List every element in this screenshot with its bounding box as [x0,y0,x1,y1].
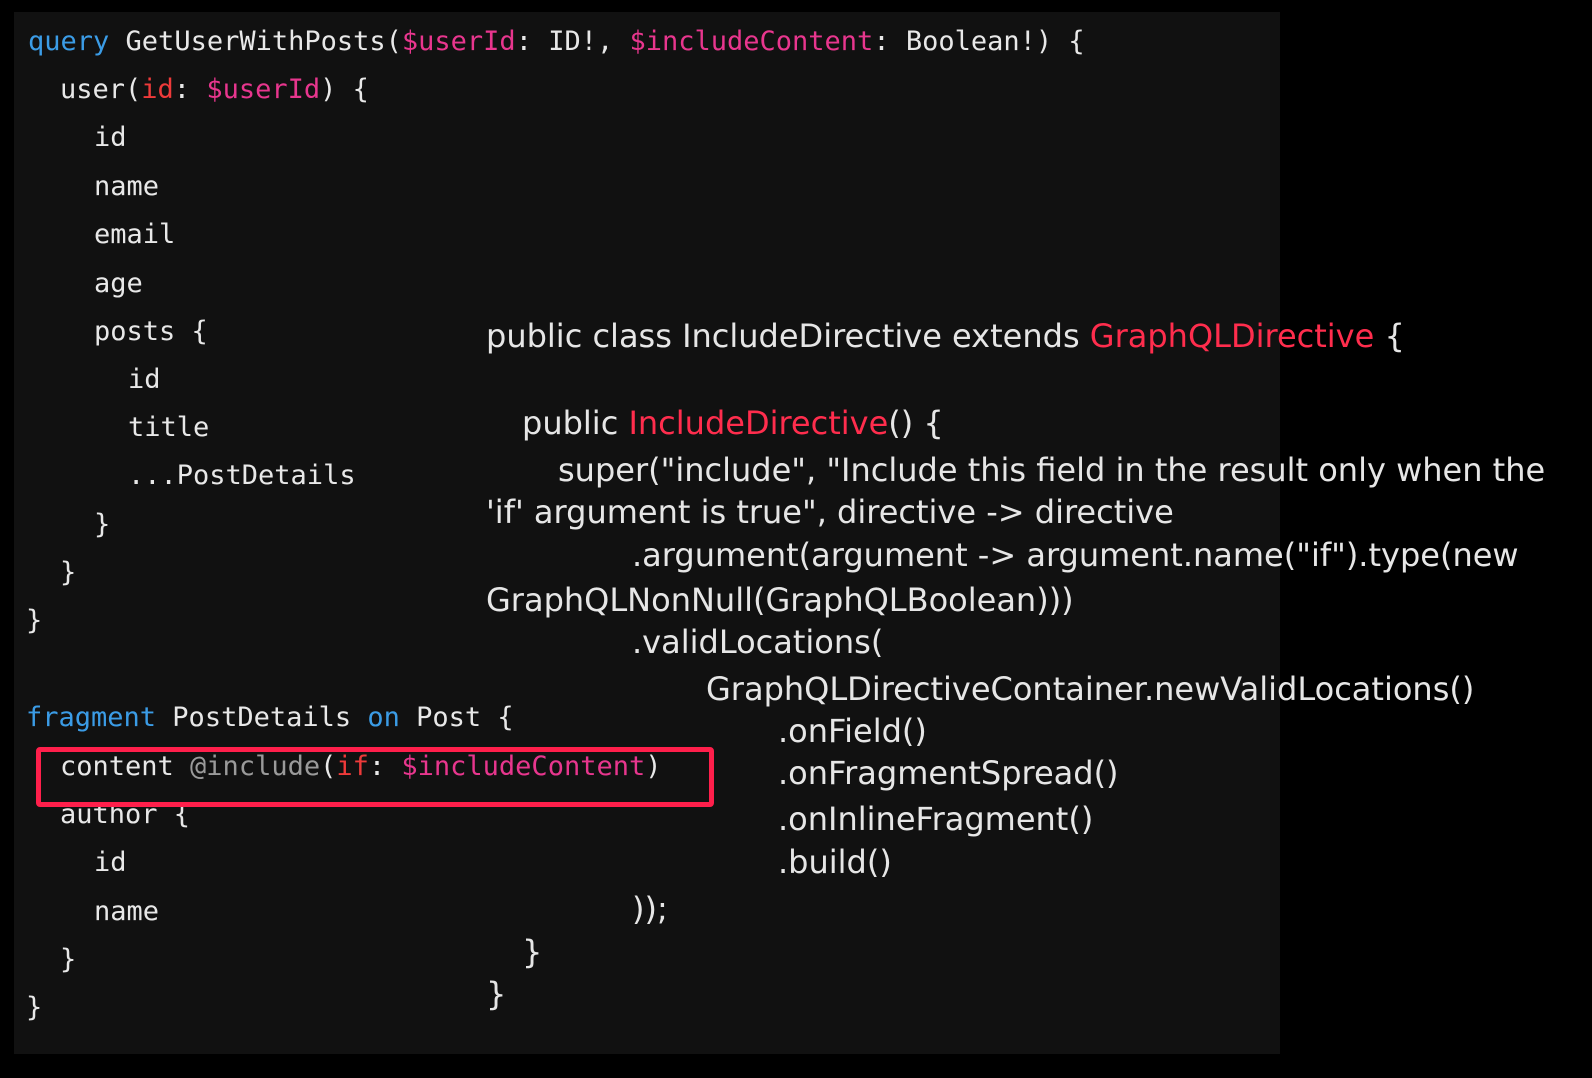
field-posts: posts { [94,316,208,347]
java-class-prefix: public class IncludeDirective extends [486,317,1090,355]
java-on-field: .onField() [778,712,927,750]
author-close-brace: } [60,944,77,975]
java-superclass: GraphQLDirective [1089,317,1375,355]
java-super-close: )); [632,890,668,928]
fragment-close-brace: } [26,992,43,1023]
code-line-query: query GetUserWithPosts($userId: ID!, $in… [28,24,1085,60]
type-id: : ID!, [515,26,630,57]
java-constructor-close: } [522,933,543,971]
java-super-call-continued: 'if' argument is true", directive -> dir… [486,493,1174,531]
fragment-spread: ...PostDetails [128,460,356,491]
java-class-declaration: public class IncludeDirective extends Gr… [486,316,1405,356]
author-field-name: name [94,896,160,927]
query-close-brace: } [26,605,43,636]
post-field-title: title [128,412,210,443]
java-valid-locations: .validLocations( [632,623,884,661]
post-field-id: id [128,364,161,395]
posts-close-brace: } [94,509,111,540]
include-directive-highlight [36,747,714,807]
field-email: email [94,219,176,250]
field-user: user( [60,74,142,105]
query-name: GetUserWithPosts( [125,26,402,57]
java-super-call: super("include", "Include this field in … [558,451,1546,489]
user-close-brace: } [60,557,77,588]
field-age: age [94,268,143,299]
arg-colon: : [173,74,207,105]
java-constructor-brace: () { [888,404,944,442]
java-constructor: public IncludeDirective() { [522,403,944,443]
variable-userid-ref: $userId [206,74,321,105]
variable-userid: $userId [401,26,516,57]
user-open-brace: ) { [320,74,369,105]
code-line-user: user(id: $userId) { [60,72,369,108]
java-constructor-modifier: public [522,404,629,442]
fragment-type: Post { [399,702,514,733]
variable-includecontent: $includeContent [629,26,874,57]
fragment-name: PostDetails [156,702,368,733]
java-locations-builder: GraphQLDirectiveContainer.newValidLocati… [706,670,1475,708]
author-field-id: id [94,847,127,878]
on-keyword: on [367,702,400,733]
java-on-inline-fragment: .onInlineFragment() [778,800,1094,838]
java-class-brace: { [1374,317,1405,355]
type-boolean: : Boolean!) { [873,26,1085,57]
field-id: id [94,122,127,153]
field-name: name [94,171,160,202]
java-class-close: } [486,975,507,1013]
java-on-fragment-spread: .onFragmentSpread() [778,754,1119,792]
top-edge-strip [0,0,1592,12]
java-build-call: .build() [778,843,892,881]
query-keyword: query [28,26,110,57]
java-constructor-name: IncludeDirective [628,404,889,442]
java-argument-type: GraphQLNonNull(GraphQLBoolean))) [486,581,1074,619]
arg-id: id [141,74,174,105]
fragment-keyword: fragment [26,702,157,733]
java-argument-call: .argument(argument -> argument.name("if"… [632,536,1519,574]
code-line-fragment: fragment PostDetails on Post { [26,700,514,736]
